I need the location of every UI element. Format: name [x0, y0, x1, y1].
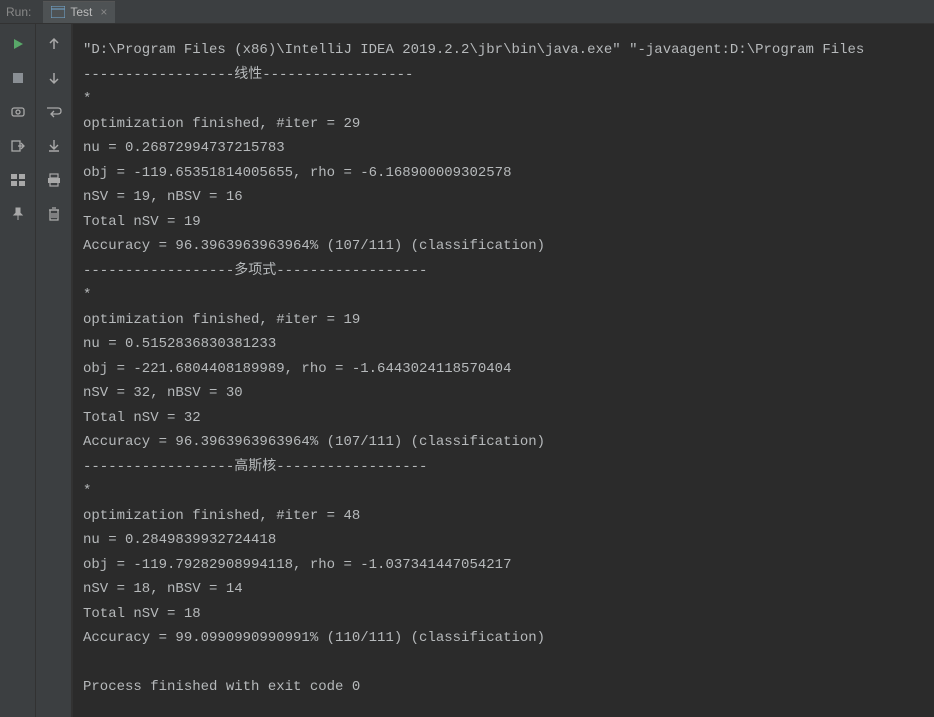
- soft-wrap-button[interactable]: [44, 102, 64, 122]
- stop-button[interactable]: [8, 68, 28, 88]
- layout-button[interactable]: [8, 170, 28, 190]
- run-tool-header: Run: Test ×: [0, 0, 934, 24]
- close-icon[interactable]: ×: [100, 5, 107, 19]
- run-toolbar-secondary: [36, 24, 72, 717]
- rerun-button[interactable]: [8, 34, 28, 54]
- pin-button[interactable]: [8, 204, 28, 224]
- clear-all-button[interactable]: [44, 204, 64, 224]
- print-button[interactable]: [44, 170, 64, 190]
- up-stack-button[interactable]: [44, 34, 64, 54]
- application-icon: [51, 6, 65, 18]
- run-config-tab[interactable]: Test ×: [43, 1, 115, 23]
- run-toolbar-primary: [0, 24, 36, 717]
- exit-button[interactable]: [8, 136, 28, 156]
- scroll-to-end-button[interactable]: [44, 136, 64, 156]
- tab-title: Test: [70, 5, 92, 19]
- run-label: Run:: [6, 5, 31, 19]
- dump-threads-button[interactable]: [8, 102, 28, 122]
- down-stack-button[interactable]: [44, 68, 64, 88]
- console-output[interactable]: "D:\Program Files (x86)\IntelliJ IDEA 20…: [72, 24, 934, 717]
